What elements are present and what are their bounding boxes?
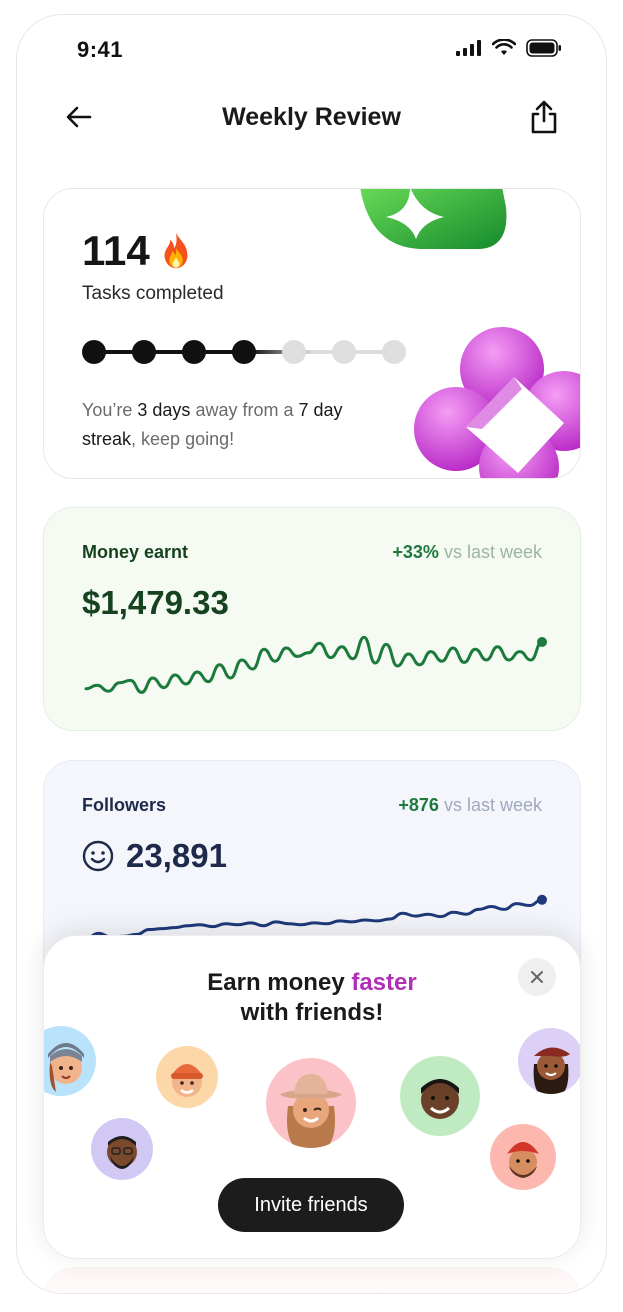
top-nav: Weekly Review <box>17 93 606 143</box>
next-card-peek <box>43 1267 581 1293</box>
streak-text-prefix: You’re <box>82 400 138 420</box>
streak-day-dot <box>132 340 156 364</box>
share-button[interactable] <box>526 97 562 137</box>
streak-message: You’re 3 days away from a 7 day streak, … <box>82 396 372 454</box>
streak-progress <box>82 339 412 365</box>
avatar-friend-1 <box>44 1026 96 1096</box>
popup-title-part1: Earn money <box>207 969 352 996</box>
streak-card: 114 Tasks completed You’re 3 days away f… <box>43 188 581 479</box>
money-delta: +33% vs last week <box>392 542 542 563</box>
followers-label: Followers <box>82 795 167 815</box>
followers-value: 23,891 <box>126 837 227 874</box>
phone-frame: 9:41 Weekly Review 114 Tasks completed Y… <box>16 14 607 1294</box>
wifi-icon <box>492 39 516 55</box>
memoji-man-beard-icon <box>107 1136 137 1169</box>
invite-popup: Earn money faster with friends! Invite f… <box>43 935 581 1259</box>
status-icons <box>456 39 562 57</box>
tasks-label: Tasks completed <box>82 283 224 304</box>
money-delta-suffix: vs last week <box>443 542 542 562</box>
fire-icon <box>164 232 188 269</box>
streak-day-dot <box>382 340 406 364</box>
followers-value-row: 23,891 <box>82 837 227 875</box>
tasks-count-value: 114 <box>82 227 150 274</box>
battery-icon <box>526 39 561 57</box>
tasks-count: 114 <box>82 227 194 275</box>
invite-friends-button[interactable]: Invite friends <box>218 1178 404 1232</box>
popup-title: Earn money faster with friends! <box>44 968 580 1028</box>
avatar-friend-4 <box>91 1118 153 1180</box>
smiley-icon <box>82 840 114 872</box>
memoji-man-turban-icon <box>507 1142 539 1178</box>
money-label: Money earnt <box>82 542 189 562</box>
avatar-friend-2 <box>156 1046 218 1108</box>
followers-delta: +876 vs last week <box>398 795 542 816</box>
streak-day-dot <box>82 340 106 364</box>
money-delta-value: +33% <box>392 542 439 562</box>
purple-3d-shape <box>414 327 580 478</box>
money-card[interactable]: Money earnt +33% vs last week $1,479.33 <box>43 507 581 731</box>
memoji-girl-hat-icon <box>48 1043 84 1092</box>
streak-day-dot <box>332 340 356 364</box>
page-title: Weekly Review <box>222 103 401 131</box>
money-value: $1,479.33 <box>82 584 229 621</box>
signal-icon <box>456 40 481 56</box>
money-sparkline <box>84 635 547 694</box>
green-3d-shape <box>360 189 507 249</box>
streak-text-suffix: , keep going! <box>131 429 235 449</box>
avatar-friend-6 <box>518 1028 580 1094</box>
streak-text-days: 3 days <box>137 400 191 420</box>
streak-day-dot <box>182 340 206 364</box>
status-bar: 9:41 <box>17 15 606 85</box>
popup-title-part2: with friends! <box>240 999 384 1026</box>
avatar-friend-5 <box>400 1056 480 1136</box>
popup-title-accent: faster <box>351 969 417 996</box>
streak-day-dot <box>282 340 306 364</box>
sparkline-end-dot <box>537 637 547 647</box>
followers-delta-suffix: vs last week <box>443 795 542 815</box>
streak-text-middle: away from a <box>190 400 299 420</box>
sparkline-path <box>84 898 544 940</box>
memoji-woman-beret-icon <box>533 1047 570 1094</box>
status-time: 9:41 <box>77 37 124 62</box>
sparkline-path <box>84 635 544 694</box>
avatar-friend-3 <box>266 1058 356 1148</box>
memoji-boy-beanie-icon <box>171 1064 203 1097</box>
streak-day-dot <box>232 340 256 364</box>
followers-delta-value: +876 <box>398 795 439 815</box>
memoji-man-smile-icon <box>421 1079 459 1119</box>
share-icon <box>531 100 557 134</box>
sparkline-end-dot <box>537 894 547 905</box>
memoji-cowgirl-icon <box>280 1074 342 1148</box>
avatar-friend-7 <box>490 1124 556 1190</box>
